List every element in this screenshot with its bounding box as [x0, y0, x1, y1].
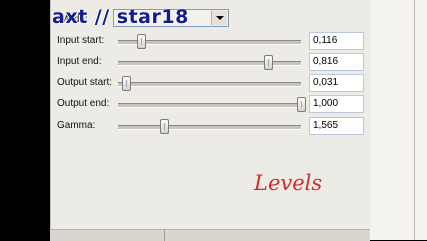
input-start-label: Input start:	[57, 35, 105, 46]
output-end-value-field[interactable]: 1,000	[309, 95, 364, 113]
slider-row-output-end: Output end: 1,000	[0, 95, 427, 115]
gamma-label: Gamma:	[57, 120, 96, 131]
output-end-track[interactable]	[118, 103, 301, 108]
levels-caption: Levels	[254, 171, 323, 195]
output-start-track[interactable]	[118, 82, 301, 87]
output-start-thumb[interactable]	[121, 76, 131, 91]
input-end-track[interactable]	[118, 61, 301, 66]
input-end-value-field[interactable]: 0,816	[309, 53, 364, 71]
output-end-thumb[interactable]	[297, 97, 306, 112]
slider-row-output-start: Output start: 0,031	[0, 74, 427, 94]
gamma-thumb[interactable]	[159, 119, 169, 134]
output-start-value-field[interactable]: 0,031	[309, 74, 364, 92]
gamma-value-field[interactable]: 1,565	[309, 117, 364, 135]
overlay-title: axt // star18	[52, 6, 189, 28]
gamma-track[interactable]	[118, 125, 301, 130]
slider-row-gamma: Gamma: 1,565	[0, 117, 427, 137]
input-end-label: Input end:	[57, 56, 102, 67]
output-end-label: Output end:	[57, 98, 110, 109]
input-end-thumb[interactable]	[263, 55, 273, 70]
input-start-thumb[interactable]	[136, 34, 146, 49]
slider-row-input-end: Input end: 0,816	[0, 53, 427, 73]
input-start-value-field[interactable]: 0,116	[309, 32, 364, 50]
output-start-label: Output start:	[57, 77, 113, 88]
slider-row-input-start: Input start: 0,116	[0, 32, 427, 52]
chevron-down-icon[interactable]	[211, 11, 227, 25]
bottom-separator	[164, 230, 165, 241]
bottom-bar	[50, 229, 370, 241]
